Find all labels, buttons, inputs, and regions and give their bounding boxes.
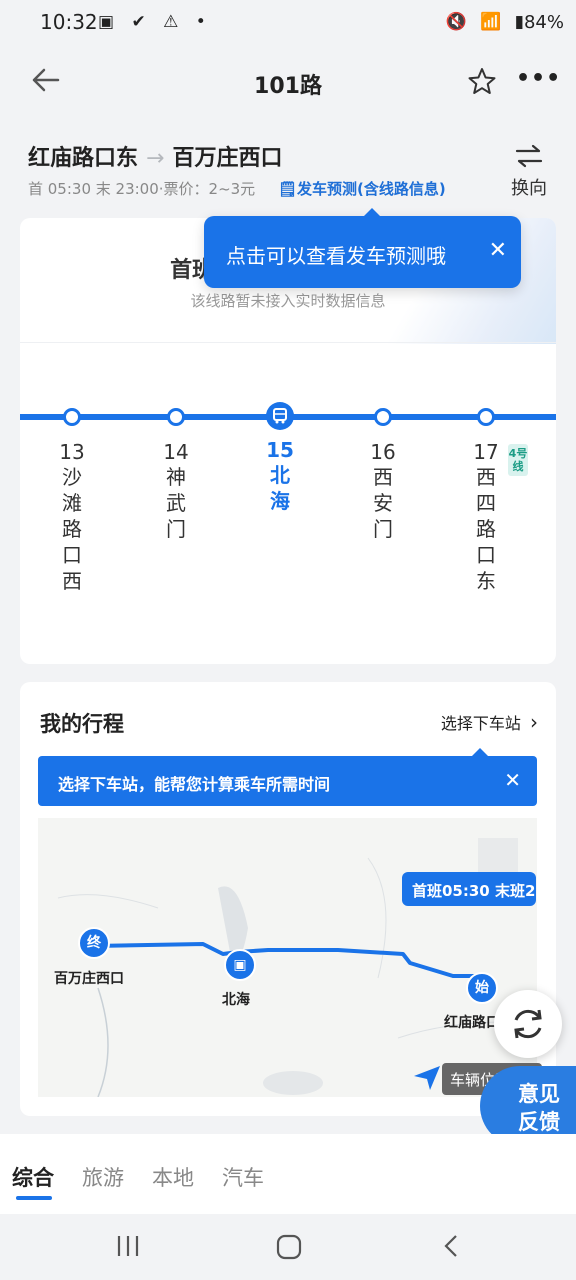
notification-icons: ▣ ✔ ⚠ • [98,12,212,32]
start-stop-label: 红庙路口 [444,1015,500,1031]
stop-item[interactable]: 13 沙滩路口西 [42,408,102,594]
map-canvas [57,838,537,1097]
more-options-icon[interactable]: ••• [516,66,561,91]
metro-line-badge: 4号线 [508,444,528,476]
tooltip-pointer [364,208,380,216]
active-tab-indicator [16,1196,52,1200]
system-icons: 🔇 📶 ▮ [445,12,528,32]
feedback-line1: 意见 [518,1082,560,1106]
close-icon[interactable]: ✕ [489,238,507,263]
stop-dot [374,408,392,426]
tab-travel[interactable]: 旅游 [82,1162,124,1192]
feedback-line2: 反馈 [518,1110,560,1134]
stop-item[interactable]: 16 西安门 [353,408,413,542]
stop-name: 西四路口东 [476,465,496,593]
bus-stop-pin[interactable]: ▣ [224,949,256,981]
stop-name: 北海 [270,463,290,513]
refresh-button[interactable] [494,990,562,1058]
end-stop-label: 百万庄西口 [54,971,124,987]
no-realtime-notice: 该线路暂未接入实时数据信息 [190,292,386,310]
navigation-arrow-icon [414,1066,440,1090]
refresh-icon [514,1009,542,1039]
route-schedule-fare: 首 05:30 末 23:00·票价：2~3元 [28,180,256,198]
swap-direction-button[interactable]: 换向 [506,144,552,200]
document-icon: 🗒 [278,180,298,198]
stop-number: 13 [59,440,85,464]
stop-number: 16 [370,440,396,464]
system-back-icon[interactable] [438,1232,466,1260]
end-pin[interactable]: 终 [78,927,110,959]
stop-item[interactable]: 17 西四路口东 [456,408,516,594]
tab-local[interactable]: 本地 [152,1162,194,1192]
stop-number: 17 [473,440,499,464]
stop-dot [477,408,495,426]
swap-direction-label: 换向 [511,178,547,199]
stop-name: 西安门 [373,465,393,541]
favorite-star-icon[interactable] [466,66,498,98]
status-bar: 10:32 ▣ ✔ ⚠ • 🔇 📶 ▮ 84% [0,0,576,46]
close-icon[interactable]: ✕ [504,768,521,792]
current-stop-item[interactable]: 15 北海 [250,402,310,514]
swap-arrows-icon [515,144,543,168]
current-stop-label: 北海 [222,992,250,1008]
bus-stop-icon [266,402,294,430]
battery-level: 84% [523,12,564,33]
chevron-right-icon: › [530,710,538,734]
banner-text: 选择下车站，能帮您计算乘车所需时间 [58,775,331,794]
system-nav-bar [0,1214,576,1280]
predict-link-label: 发车预测(含线路信息) [297,180,446,198]
departure-prediction-link[interactable]: 🗒发车预测(含线路信息) [278,178,446,199]
route-map[interactable]: 终 百万庄西口 ▣ 北海 始 红庙路口 [38,818,537,1097]
divider [20,342,556,343]
stop-name: 神武门 [166,465,186,541]
stop-dot [63,408,81,426]
app-header: 101路 ••• [0,46,576,118]
home-icon[interactable] [274,1232,304,1262]
tab-general[interactable]: 综合 [12,1162,54,1192]
trip-heading: 我的行程 [40,712,124,736]
map-tip-text: 首班05:30 末班23:00 [412,882,536,900]
status-time: 10:32 [40,10,98,34]
stop-item[interactable]: 14 神武门 [146,408,206,542]
stop-number: 14 [163,440,189,464]
prediction-tooltip[interactable]: 点击可以查看发车预测哦 ✕ [204,208,521,288]
route-arrow-icon: → [146,146,165,171]
banner-pointer [472,748,488,756]
recent-apps-icon[interactable] [114,1232,142,1260]
choose-stop-banner[interactable]: 选择下车站，能帮您计算乘车所需时间 ✕ [38,748,537,806]
stop-name: 沙滩路口西 [62,465,82,593]
route-to: 百万庄西口 [172,146,283,171]
route-from: 红庙路口东 [28,146,139,171]
route-endpoints: 红庙路口东 → 百万庄西口 [28,140,282,172]
stop-number: 15 [266,438,294,462]
tooltip-text: 点击可以查看发车预测哦 [226,244,446,268]
bottom-tabs: 综合 旅游 本地 汽车 [0,1134,576,1214]
stop-dot [167,408,185,426]
choose-stop-button[interactable]: 选择下车站 › [441,710,538,734]
tab-auto[interactable]: 汽车 [222,1162,264,1192]
choose-stop-label: 选择下车站 [440,714,521,733]
map-schedule-tip: 首班05:30 末班23:00 [402,872,536,906]
